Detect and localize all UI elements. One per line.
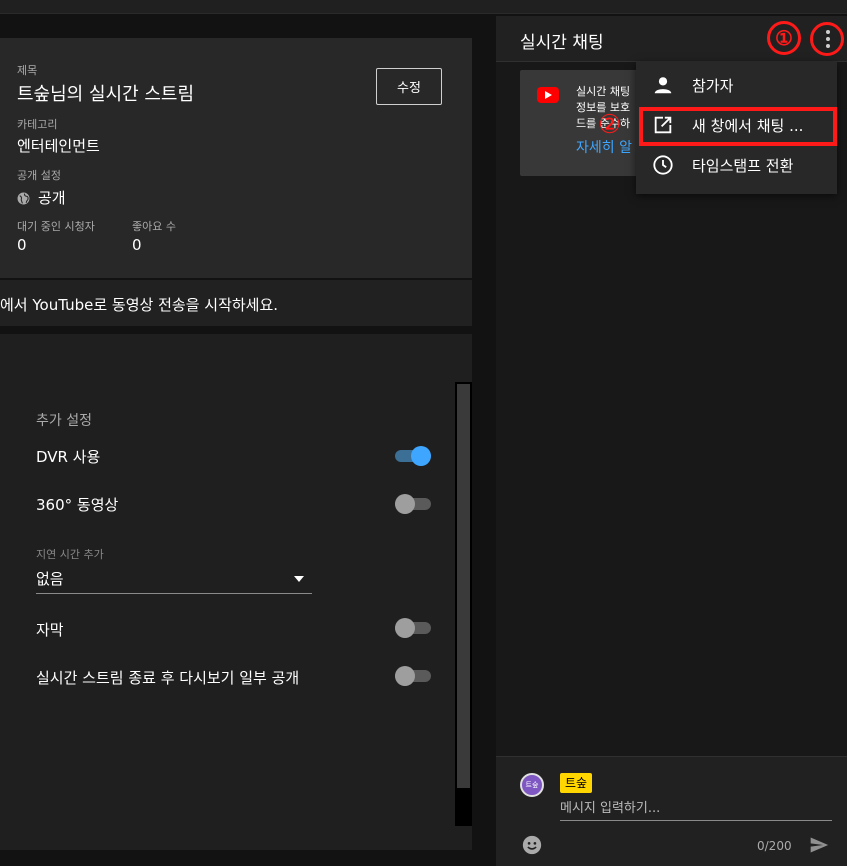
char-count: 0/200 bbox=[757, 839, 792, 853]
emoji-icon[interactable] bbox=[522, 835, 542, 855]
title-label: 제목 bbox=[17, 64, 38, 77]
additional-settings-panel: 추가 설정 DVR 사용 360° 동영상 지연 시간 추가 없음 자막 실시간… bbox=[0, 334, 472, 850]
youtube-icon bbox=[537, 87, 559, 103]
edit-button[interactable]: 수정 bbox=[376, 68, 442, 105]
stream-hint-text: 에서 YouTube로 동영상 전송을 시작하세요. bbox=[0, 296, 279, 314]
privacy-value: 공개 bbox=[38, 189, 66, 207]
stream-title: 트숲님의 실시간 스트림 bbox=[17, 84, 195, 105]
settings-heading: 추가 설정 bbox=[36, 413, 92, 429]
delay-select[interactable]: 없음 bbox=[36, 564, 312, 594]
step2-highlight-box bbox=[639, 107, 837, 146]
captions-label: 자막 bbox=[36, 621, 64, 639]
step1-annotation: ① bbox=[767, 21, 801, 55]
top-bar bbox=[0, 0, 847, 14]
dropdown-caret-icon bbox=[294, 576, 304, 582]
menu-item-label: 참가자 bbox=[692, 77, 734, 95]
learn-more-link[interactable]: 자세히 알 bbox=[576, 137, 632, 157]
delay-label: 지연 시간 추가 bbox=[36, 548, 104, 561]
waiting-viewers-value: 0 bbox=[17, 236, 27, 254]
avatar: 트숲 bbox=[520, 773, 544, 797]
privacy-label: 공개 설정 bbox=[17, 169, 61, 182]
dvr-toggle[interactable] bbox=[395, 445, 431, 466]
chat-message-input[interactable] bbox=[560, 797, 832, 821]
category-value: 엔터테인먼트 bbox=[17, 137, 100, 155]
author-badge: 트숲 bbox=[560, 773, 593, 793]
settings-scrollbar[interactable] bbox=[455, 382, 472, 826]
menu-item-label: 타임스탬프 전환 bbox=[692, 157, 794, 175]
dvr-label: DVR 사용 bbox=[36, 448, 101, 466]
stream-info-panel: 제목 트숲님의 실시간 스트림 수정 카테고리 엔터테인먼트 공개 설정 공개 … bbox=[0, 38, 472, 278]
chat-title: 실시간 채팅 bbox=[520, 33, 604, 53]
stream-hint-strip: 에서 YouTube로 동영상 전송을 시작하세요. bbox=[0, 280, 472, 326]
person-icon bbox=[654, 77, 672, 94]
unlist-replay-label: 실시간 스트림 종료 후 다시보기 일부 공개 bbox=[36, 669, 300, 687]
send-icon[interactable] bbox=[808, 835, 830, 855]
category-label: 카테고리 bbox=[17, 118, 58, 131]
step2-annotation: ② bbox=[598, 110, 622, 140]
chat-input-area: 트숲 트숲 0/200 bbox=[496, 756, 847, 866]
chat-header: 실시간 채팅 ① bbox=[496, 16, 847, 62]
more-options-highlight bbox=[810, 22, 844, 56]
scrollbar-thumb[interactable] bbox=[457, 384, 470, 788]
vr360-label: 360° 동영상 bbox=[36, 496, 119, 514]
vr360-toggle[interactable] bbox=[395, 493, 431, 514]
clock-icon bbox=[653, 155, 673, 175]
delay-value: 없음 bbox=[36, 570, 64, 588]
likes-label: 좋아요 수 bbox=[132, 220, 176, 233]
likes-value: 0 bbox=[132, 236, 142, 254]
waiting-viewers-label: 대기 중인 시청자 bbox=[17, 220, 95, 233]
captions-toggle[interactable] bbox=[395, 617, 431, 638]
notice-line: 실시간 채팅 bbox=[576, 85, 631, 98]
globe-icon bbox=[17, 192, 30, 205]
unlist-replay-toggle[interactable] bbox=[395, 665, 431, 686]
menu-item-toggle-timestamps[interactable]: 타임스탬프 전환 bbox=[636, 146, 837, 186]
menu-item-participants[interactable]: 참가자 bbox=[636, 66, 837, 106]
